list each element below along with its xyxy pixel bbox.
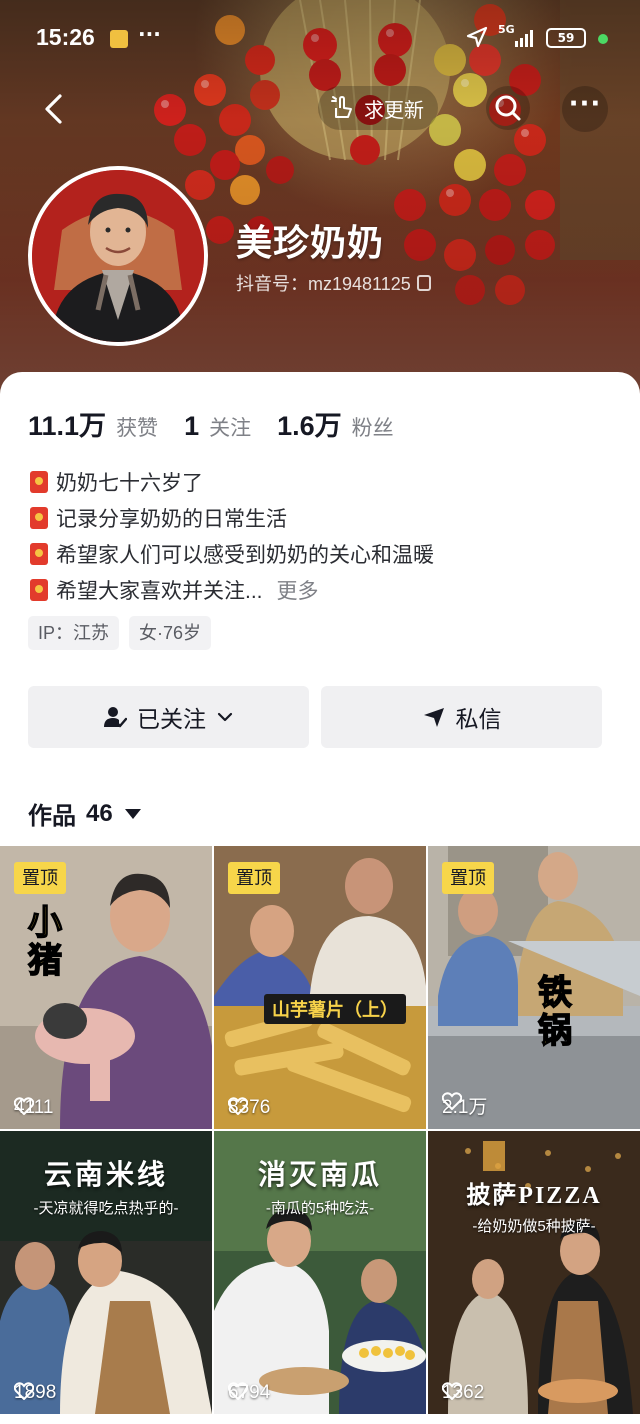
- followed-label: 已关注: [137, 706, 206, 732]
- stat-following-label: 关注: [209, 417, 252, 440]
- heart-icon: [14, 1097, 34, 1115]
- user-check-icon: [104, 707, 127, 728]
- video-item[interactable]: 置顶 山芋薯片（上） 8376: [214, 846, 426, 1129]
- profile-tags: IP：江苏 女·76岁: [28, 616, 212, 650]
- like-count: 1362: [442, 1382, 484, 1404]
- video-item[interactable]: 置顶 铁锅 2.1万: [428, 846, 640, 1129]
- video-item[interactable]: 置顶 小猪 4111: [0, 846, 212, 1129]
- profile-stats: 11.1万 获赞 1 关注 1.6万 粉丝: [28, 404, 420, 443]
- like-count: 8376: [228, 1097, 270, 1119]
- bio-line: 希望大家喜欢并关注... 更多: [30, 572, 610, 608]
- video-overlay-text: 山芋薯片（上）: [264, 994, 406, 1024]
- request-update-label: 求更新: [364, 99, 424, 122]
- profile-id-text: 抖音号：mz19481125: [236, 274, 411, 294]
- video-item[interactable]: 披萨PIZZA -给奶奶做5种披萨- 1362: [428, 1131, 640, 1414]
- followed-button[interactable]: 已关注: [28, 686, 309, 748]
- more-dots-icon: ···: [568, 89, 602, 119]
- bio-line: 奶奶七十六岁了: [30, 464, 610, 500]
- more-menu-button[interactable]: ···: [562, 86, 608, 132]
- stat-followers-label: 粉丝: [351, 417, 394, 440]
- heart-icon: [14, 1382, 34, 1400]
- works-tab[interactable]: 作品 46: [28, 796, 141, 831]
- battery-indicator: 59: [546, 28, 586, 48]
- message-label: 私信: [455, 706, 502, 732]
- profile-bio: 奶奶七十六岁了 记录分享奶奶的日常生活 希望家人们可以感受到奶奶的关心和温暖 希…: [30, 464, 610, 608]
- video-title: 云南米线: [43, 1160, 168, 1191]
- video-title: 披萨PIZZA: [466, 1183, 602, 1209]
- profile-name: 美珍奶奶: [236, 222, 385, 263]
- copy-icon[interactable]: [416, 275, 431, 291]
- chevron-down-icon: [217, 712, 233, 722]
- message-button[interactable]: 私信: [321, 686, 602, 748]
- works-label: 作品: [28, 803, 76, 830]
- pinned-badge: 置顶: [228, 862, 280, 894]
- bio-line-text: 记录分享奶奶的日常生活: [56, 508, 287, 531]
- video-item[interactable]: 消灭南瓜 -南瓜的5种吃法- 6794: [214, 1131, 426, 1414]
- avatar-photo: [32, 170, 204, 342]
- bio-line: 希望家人们可以感受到奶奶的关心和温暖: [30, 536, 610, 572]
- stat-followers-value: 1.6万: [277, 411, 342, 441]
- profile-douyin-id[interactable]: 抖音号：mz19481125: [236, 270, 431, 296]
- stat-likes[interactable]: 11.1万 获赞: [28, 404, 158, 443]
- heart-icon: [442, 1092, 462, 1110]
- video-thumbnail: [428, 1131, 640, 1414]
- status-bar: 15:26 ··· 5G 59: [0, 22, 640, 58]
- bio-line-text: 希望家人们可以感受到奶奶的关心和温暖: [56, 544, 434, 567]
- heart-icon: [228, 1382, 248, 1400]
- pinned-badge: 置顶: [442, 862, 494, 894]
- bio-more-link[interactable]: 更多: [277, 575, 319, 605]
- stat-likes-value: 11.1万: [28, 411, 107, 441]
- bio-line-text: 奶奶七十六岁了: [56, 472, 203, 495]
- gender-age-tag: 女·76岁: [129, 616, 212, 650]
- bio-line: 记录分享奶奶的日常生活: [30, 500, 610, 536]
- red-envelope-icon: [30, 507, 48, 529]
- stat-following-value: 1: [184, 411, 200, 441]
- video-subtitle: -南瓜的5种吃法-: [265, 1200, 375, 1217]
- red-envelope-icon: [30, 543, 48, 565]
- video-subtitle: -给奶奶做5种披萨-: [472, 1218, 596, 1235]
- red-envelope-icon: [30, 579, 48, 601]
- video-overlay-text: 铁锅: [537, 973, 573, 1051]
- video-title: 消灭南瓜: [257, 1160, 382, 1191]
- search-icon: [495, 95, 521, 121]
- video-grid: 置顶 小猪 4111 置顶 山芋薯片（上） 8376 置顶 铁锅 2.1万 云南…: [0, 846, 640, 1414]
- like-count: 6794: [228, 1382, 270, 1404]
- network-type: 5G: [498, 23, 515, 36]
- heart-icon: [442, 1382, 462, 1400]
- status-time: 15:26: [36, 24, 95, 50]
- stat-following[interactable]: 1 关注: [184, 411, 251, 442]
- search-button[interactable]: [486, 86, 530, 130]
- avatar[interactable]: [28, 166, 208, 346]
- profile-actions: 已关注 私信: [28, 686, 602, 748]
- pinned-badge: 置顶: [14, 862, 66, 894]
- ip-location-tag: IP：江苏: [28, 616, 120, 650]
- video-overlay-text: 小猪: [27, 903, 63, 981]
- back-icon[interactable]: [38, 92, 72, 126]
- signal-icon: [515, 30, 533, 47]
- video-item[interactable]: 云南米线 -天凉就得吃点热乎的- 1898: [0, 1131, 212, 1414]
- stat-followers[interactable]: 1.6万 粉丝: [277, 404, 394, 443]
- like-count: 4111: [14, 1097, 53, 1119]
- status-more-dots: ···: [138, 22, 161, 46]
- caret-down-icon: [124, 808, 141, 819]
- like-count: 2.1万: [442, 1092, 487, 1119]
- send-icon: [423, 708, 444, 727]
- hand-point-icon: [331, 96, 352, 118]
- video-subtitle: -天凉就得吃点热乎的-: [33, 1200, 179, 1217]
- request-update-button[interactable]: 求更新: [318, 86, 438, 130]
- stat-likes-label: 获赞: [116, 417, 159, 440]
- heart-icon: [228, 1097, 248, 1115]
- bio-line-text: 希望大家喜欢并关注...: [56, 580, 263, 603]
- privacy-dot: [598, 34, 608, 44]
- like-count: 1898: [14, 1382, 56, 1404]
- notification-icon: [110, 30, 128, 48]
- works-count: 46: [86, 799, 113, 827]
- red-envelope-icon: [30, 471, 48, 493]
- location-arrow-icon: [466, 26, 488, 48]
